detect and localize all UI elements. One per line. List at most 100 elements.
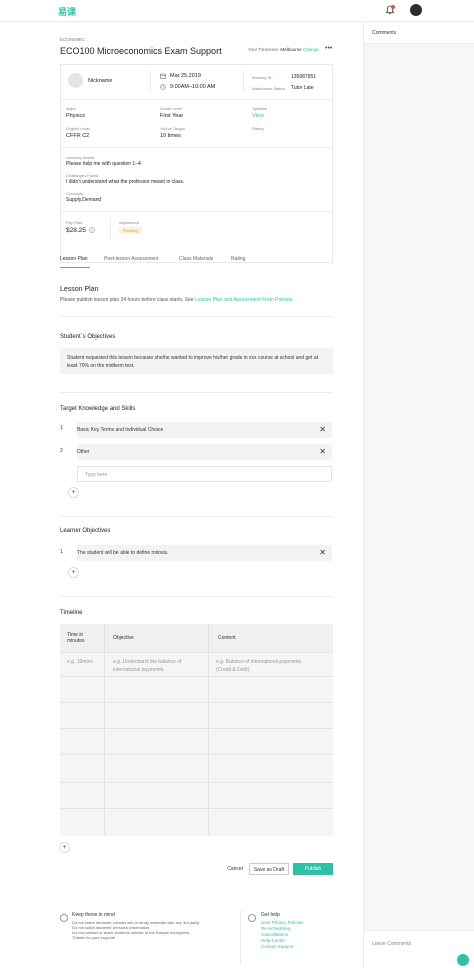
info-icon: [60, 914, 68, 922]
comment-composer: Leave Comments: [364, 930, 474, 968]
adjustment-label: Adjustment: [119, 220, 140, 225]
pay-rate-label: Pay Rate: [66, 220, 83, 225]
knowledge-number: 1: [60, 425, 63, 431]
col-time-header: Time in minutes: [67, 632, 85, 644]
user-avatar[interactable]: [410, 4, 422, 16]
timezone: Your Timezone: Melbourne Change: [248, 47, 319, 52]
contact-support-link[interactable]: Contact Support: [261, 944, 294, 949]
remove-icon[interactable]: ✕: [319, 447, 326, 456]
add-knowledge-button[interactable]: +: [68, 487, 79, 498]
major-label: Major: [66, 106, 77, 111]
major-value: Physics: [66, 113, 85, 119]
knowledge-item[interactable]: Basic Key Terms and Individual Choice ✕: [77, 422, 332, 438]
leave-comment-input[interactable]: Leave Comments: [372, 941, 411, 947]
app-logo[interactable]: 易课: [58, 5, 76, 18]
timezone-change-link[interactable]: Change: [303, 47, 319, 52]
grade-value: First Year: [160, 113, 184, 119]
remove-icon[interactable]: ✕: [319, 548, 326, 557]
breadcrumb[interactable]: ECONOMIC: [60, 37, 85, 42]
knowledge-item-text: Basic Key Terms and Individual Choice: [77, 427, 164, 433]
save-draft-button[interactable]: Save as Draft: [249, 863, 289, 875]
comments-title: Comments: [364, 22, 474, 44]
col-objective-header: Objective: [113, 635, 134, 641]
keep-in-mind-title: Keep these in mind: [72, 912, 115, 918]
adjustment-status-badge: Pending: [119, 227, 142, 234]
concepts-label: Concepts: [66, 191, 83, 196]
needs-value: Please help me with question 1–4.: [66, 161, 143, 167]
tab-rating[interactable]: Rating: [231, 256, 245, 262]
notification-dot: [391, 5, 395, 9]
concepts-value: Supply,Demand: [66, 197, 102, 203]
time-input[interactable]: e.g. 10mins: [67, 658, 93, 666]
page-title: ECO100 Microeconomics Exam Support: [60, 46, 222, 56]
lesson-plan-title: Lesson Plan: [60, 286, 99, 293]
help-icon: [248, 914, 256, 922]
send-comment-button[interactable]: [457, 954, 469, 966]
add-timeline-row-button[interactable]: +: [59, 842, 70, 853]
timezone-value: Melbourne: [280, 47, 302, 52]
tab-post-lesson-assessment[interactable]: Post-lesson Assessment: [104, 256, 158, 262]
attendance-label: Attendance Status:: [252, 86, 286, 91]
cancellations-link[interactable]: Cancellations: [261, 932, 288, 937]
target-knowledge-title: Target Knowledge and Skills: [60, 406, 136, 412]
get-help-title: Get help: [261, 912, 280, 918]
pay-rate-value: $28.25: [66, 227, 86, 234]
timezone-label: Your Timezone:: [248, 47, 280, 52]
attendance-status: Tutor Late: [291, 85, 314, 91]
top-bar: 易课: [0, 0, 474, 22]
syllabus-view-link[interactable]: View: [252, 113, 264, 119]
challenges-value: I didn’t understand what the professor m…: [66, 179, 185, 185]
remove-icon[interactable]: ✕: [319, 425, 326, 434]
knowledge-number: 2: [60, 448, 63, 454]
policies-link[interactable]: Lesson Plan and Assessment From Policies: [195, 297, 292, 303]
info-icon[interactable]: [89, 227, 95, 233]
student-avatar: [68, 73, 83, 88]
cancel-button[interactable]: Cancel: [224, 863, 246, 875]
clock-icon: [160, 84, 166, 90]
knowledge-new-input[interactable]: Type here: [77, 466, 332, 482]
help-center-link[interactable]: Help Center: [261, 938, 285, 943]
student-objectives-text: Student requested this lesson because sh…: [60, 348, 333, 374]
booking-card: Nickname Mar 25,2019 9:00AM–10:00 AM Boo…: [60, 64, 333, 263]
col-content-header: Content: [218, 635, 236, 641]
needs-label: Learning Needs: [66, 155, 95, 160]
calendar-icon: [160, 73, 166, 79]
main-content: ECONOMIC ECO100 Microeconomics Exam Supp…: [0, 22, 363, 968]
english-label: English Level: [66, 126, 90, 131]
more-icon[interactable]: •••: [325, 45, 332, 52]
taught-value: 10 times: [160, 133, 181, 139]
lesson-date: Mar 25,2019: [170, 73, 201, 79]
footer: Keep these in mind Do not share students…: [58, 910, 348, 968]
knowledge-item[interactable]: Other ✕: [77, 444, 332, 460]
add-learner-objective-button[interactable]: +: [68, 567, 79, 578]
keep-line: Thanks for your support!: [72, 935, 116, 940]
tab-bar: Lesson Plan Post-lesson Assessment Class…: [60, 256, 333, 268]
rescheduling-link[interactable]: Re-Scheduling: [261, 926, 291, 931]
timeline-title: Timeline: [60, 610, 83, 616]
timeline-table: Time in minutes Objective Content e.g. 1…: [60, 624, 333, 836]
lesson-plan-desc-text: Please publish lesson plan 24 hours befo…: [60, 297, 194, 303]
learner-objective-item[interactable]: The student will be able to define mitos…: [77, 545, 332, 561]
publish-button[interactable]: Publish: [293, 863, 333, 875]
privacy-policy-link[interactable]: User Privacy Policies: [261, 920, 303, 925]
student-nickname: Nickname: [88, 78, 113, 84]
active-tab-indicator: [60, 267, 90, 268]
learner-objectives-title: Learner Objectives: [60, 528, 111, 534]
english-value: CFFR C2: [66, 133, 90, 139]
comments-sidebar: Comments Leave Comments: [363, 22, 474, 968]
content-input[interactable]: e.g. Balance of international payments (…: [216, 658, 306, 674]
tab-lesson-plan[interactable]: Lesson Plan: [60, 256, 88, 262]
learner-objective-text: The student will be able to define mitos…: [77, 550, 169, 556]
booking-id: 135687951: [291, 74, 317, 80]
challenges-label: Challenges Faced: [66, 173, 99, 178]
learner-number: 1: [60, 549, 63, 555]
grade-label: Grade Level: [160, 106, 182, 111]
knowledge-item-text: Other: [77, 449, 90, 455]
student-objectives-title: Student`s Objectives: [60, 334, 116, 340]
syllabus-label: Syllabus: [252, 106, 268, 111]
rating-label: Rating: [252, 126, 264, 131]
tab-class-materials[interactable]: Class Materials: [179, 256, 213, 262]
objective-input[interactable]: e.g. Understand the balance of internati…: [113, 658, 201, 674]
taught-label: You've Taught: [160, 126, 185, 131]
booking-id-label: Booking ID:: [252, 75, 273, 80]
